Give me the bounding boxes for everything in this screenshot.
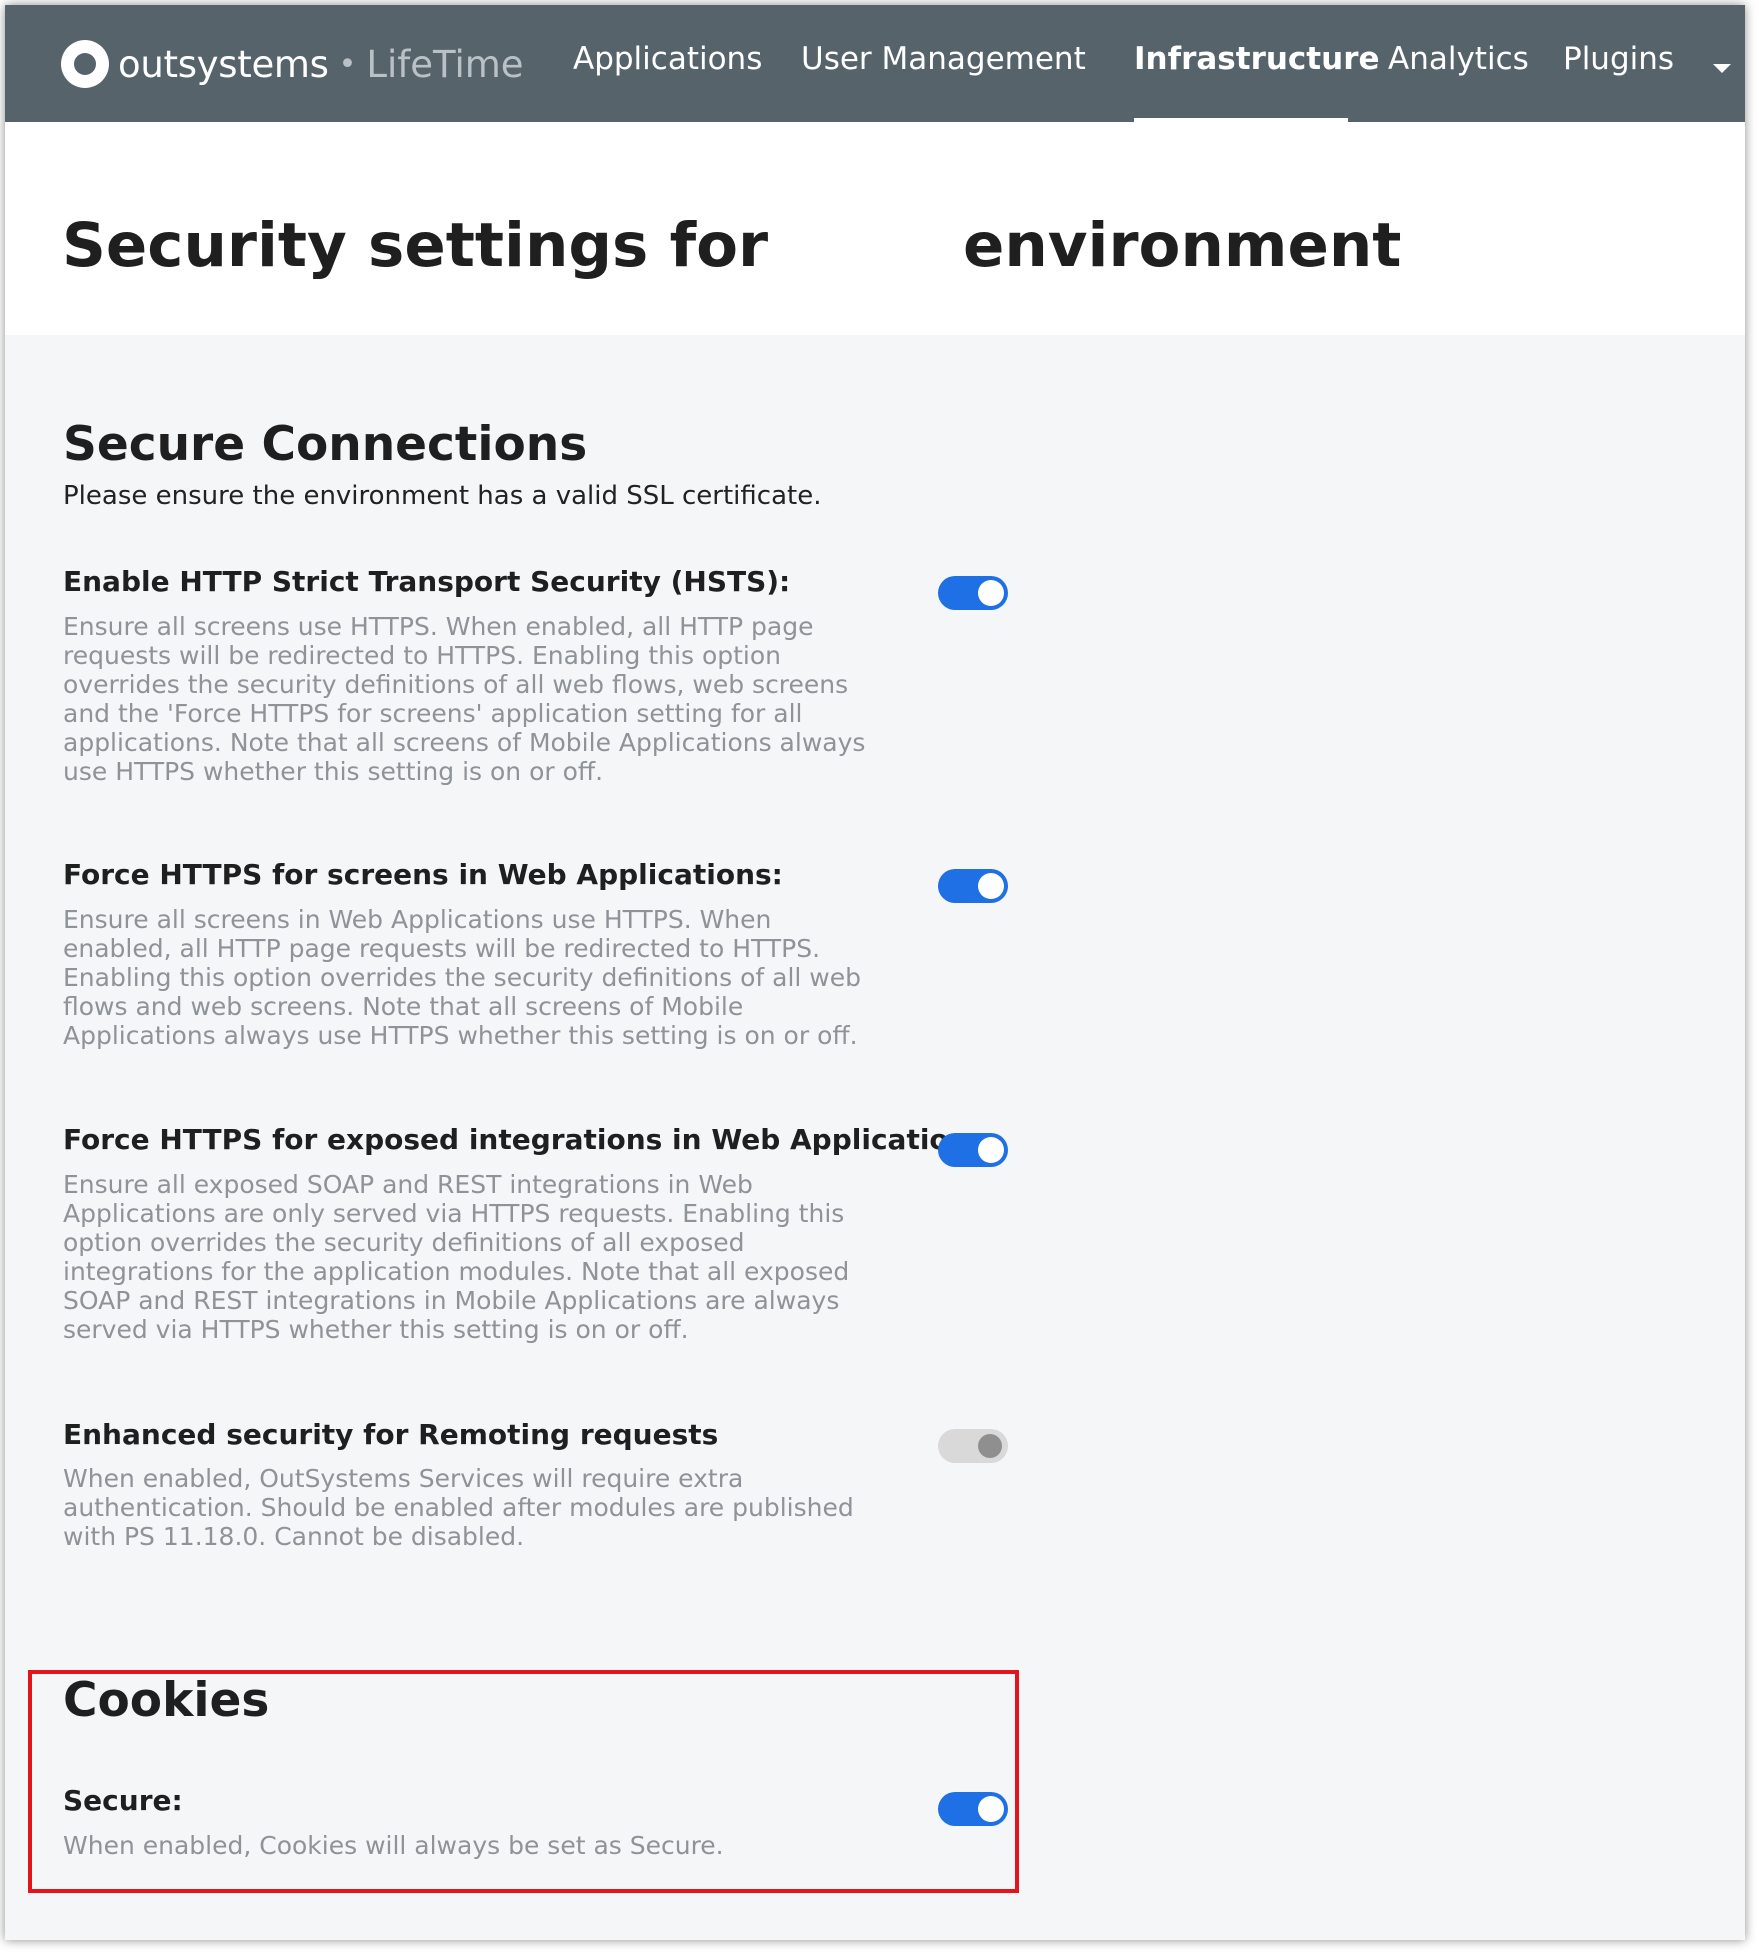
toggle-knob	[978, 580, 1004, 606]
logo-brand-text: outsystems	[118, 42, 329, 86]
setting-title: Force HTTPS for screens in Web Applicati…	[63, 858, 783, 891]
logo-separator: •	[338, 46, 357, 82]
top-navigation-bar: outsystems • LifeTime Applications User …	[5, 5, 1745, 122]
nav-user-management[interactable]: User Management	[801, 41, 1086, 77]
force-https-integrations-toggle[interactable]	[938, 1133, 1008, 1167]
setting-title: Enable HTTP Strict Transport Security (H…	[63, 565, 791, 598]
page-title-suffix: environment	[963, 210, 1402, 281]
secure-connections-title: Secure Connections	[63, 417, 588, 472]
logo-product-text: LifeTime	[366, 42, 524, 86]
nav-analytics[interactable]: Analytics	[1388, 41, 1529, 77]
setting-title: Enhanced security for Remoting requests	[63, 1418, 719, 1451]
caret-down-icon[interactable]	[1713, 64, 1731, 73]
outsystems-lifetime-logo[interactable]: outsystems • LifeTime	[61, 38, 524, 90]
page-header: Security settings for environment	[5, 122, 1745, 335]
setting-description: Ensure all screens in Web Applications u…	[63, 905, 861, 1050]
nav-plugins[interactable]: Plugins	[1563, 41, 1674, 77]
hsts-toggle[interactable]	[938, 576, 1008, 610]
toggle-knob	[978, 1434, 1002, 1458]
setting-description: When enabled, OutSystems Services will r…	[63, 1464, 854, 1551]
page-title-prefix: Security settings for	[62, 210, 769, 281]
toggle-knob	[978, 873, 1004, 899]
nav-infrastructure[interactable]: Infrastructure	[1134, 41, 1380, 77]
outsystems-logo-icon	[61, 40, 109, 88]
toggle-knob	[978, 1137, 1004, 1163]
nav-applications[interactable]: Applications	[573, 41, 762, 77]
browser-page: outsystems • LifeTime Applications User …	[5, 5, 1745, 1940]
secure-connections-subtitle: Please ensure the environment has a vali…	[63, 481, 822, 511]
highlight-annotation-box	[28, 1670, 1019, 1893]
setting-description: Ensure all screens use HTTPS. When enabl…	[63, 612, 866, 786]
setting-title: Force HTTPS for exposed integrations in …	[63, 1123, 997, 1156]
force-https-screens-toggle[interactable]	[938, 869, 1008, 903]
enhanced-remoting-toggle	[938, 1429, 1008, 1463]
setting-description: Ensure all exposed SOAP and REST integra…	[63, 1170, 850, 1344]
